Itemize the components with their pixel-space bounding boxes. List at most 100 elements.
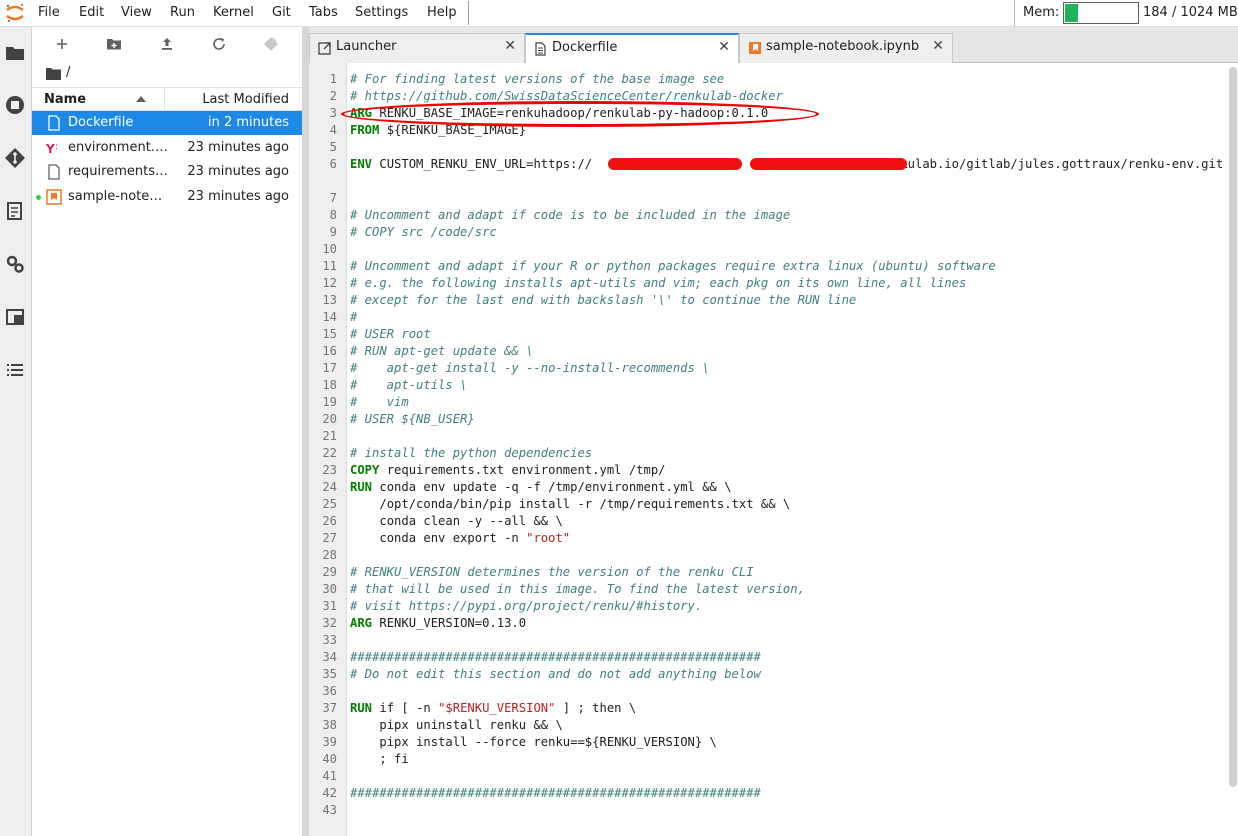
line-number: 33	[322, 633, 337, 647]
line-number: 15	[322, 327, 337, 341]
line-text: /opt/conda/bin/pip install -r /tmp/requi…	[350, 496, 1224, 513]
menu-view[interactable]: View	[121, 5, 152, 20]
comment-token: # RUN apt-get update && \	[350, 344, 534, 358]
upload-icon[interactable]	[158, 35, 176, 53]
code-token: /opt/conda/bin/pip install -r /tmp/requi…	[350, 497, 791, 511]
code-line: 23 COPY requirements.txt environment.yml …	[309, 462, 1238, 479]
code-line: 8 # Uncomment and adapt if code is to be …	[309, 207, 1238, 224]
code-line: 20 # USER ${NB_USER}	[309, 411, 1238, 428]
line-number: 7	[329, 191, 337, 205]
code-line: 19 # vim	[309, 394, 1238, 411]
keyword-token: RUN	[350, 480, 373, 494]
column-modified-header[interactable]: Last Modified	[202, 92, 289, 107]
property-inspector-icon[interactable]	[4, 200, 26, 222]
code-line: 27 conda env export -n "root"	[309, 530, 1238, 547]
git-clone-icon[interactable]	[262, 35, 280, 53]
code-line: 21	[309, 428, 1238, 445]
file-row[interactable]: Y: environment.yml 23 minutes ago	[32, 136, 302, 160]
line-number: 16	[322, 344, 337, 358]
menu-kernel[interactable]: Kernel	[213, 5, 254, 20]
code-line: 35 # Do not edit this section and do not …	[309, 666, 1238, 683]
table-of-contents-icon[interactable]	[4, 359, 26, 381]
keyword-token: ARG	[350, 616, 373, 630]
file-name: environment.yml	[68, 139, 168, 155]
file-browser: / Name Last Modified Dockerfile in 2 minu…	[32, 27, 302, 836]
code-line: 7	[309, 190, 1238, 207]
breadcrumb-root[interactable]: /	[66, 65, 70, 80]
code-token: conda clean -y --all && \	[350, 514, 563, 528]
tab-sample-notebook[interactable]: sample-notebook.ipynb ✕	[739, 33, 953, 63]
line-text: conda env export -n "root"	[350, 530, 1224, 547]
line-number: 24	[322, 480, 337, 494]
git-icon[interactable]	[4, 147, 26, 169]
line-text: ARG RENKU_VERSION=0.13.0	[350, 615, 1224, 632]
tabs-icon[interactable]	[4, 306, 26, 328]
code-content[interactable]: 1 # For finding latest versions of the ba…	[309, 71, 1238, 819]
menu-file[interactable]: File	[38, 5, 60, 20]
menu-help[interactable]: Help	[427, 5, 457, 20]
column-name-header[interactable]: Name	[44, 92, 86, 107]
tab-dockerfile[interactable]: Dockerfile ✕	[525, 33, 739, 64]
line-number: 12	[322, 276, 337, 290]
string-token: "$RENKU_VERSION"	[438, 701, 556, 715]
file-row[interactable]: sample-notebook.ipynb 23 minutes ago	[32, 185, 302, 209]
tab-label: Dockerfile	[552, 40, 618, 55]
running-sessions-icon[interactable]	[4, 94, 26, 116]
folder-icon[interactable]	[46, 67, 61, 80]
comment-token: # apt-utils \	[350, 378, 468, 392]
code-line: 37 RUN if [ -n "$RENKU_VERSION" ] ; then …	[309, 700, 1238, 717]
line-number: 21	[322, 429, 337, 443]
comment-token: # except for the last end with backslash…	[350, 293, 857, 307]
scrollbar-thumb[interactable]	[1229, 67, 1237, 787]
line-number: 20	[322, 412, 337, 426]
folder-icon[interactable]	[4, 42, 26, 64]
line-text: # USER root	[350, 326, 1224, 343]
line-number: 11	[322, 259, 337, 273]
vertical-scrollbar[interactable]	[1228, 67, 1238, 787]
code-line: 13 # except for the last end with backsla…	[309, 292, 1238, 309]
file-row[interactable]: Dockerfile in 2 minutes	[32, 111, 302, 135]
line-text: ########################################…	[350, 785, 1224, 802]
comment-token: #	[350, 310, 358, 324]
comment-token: # that will be used in this image. To fi…	[350, 582, 805, 596]
comment-token: # RENKU_VERSION determines the version o…	[350, 565, 754, 579]
refresh-icon[interactable]	[210, 35, 228, 53]
menu-git[interactable]: Git	[272, 5, 291, 20]
line-text: # visit https://pypi.org/project/renku/#…	[350, 598, 1224, 615]
keyword-token: ENV	[350, 157, 373, 171]
comment-token: # visit https://pypi.org/project/renku/#…	[350, 599, 703, 613]
code-line: 42 ######################################…	[309, 785, 1238, 802]
line-number: 31	[322, 599, 337, 613]
code-editor[interactable]: 1 # For finding latest versions of the ba…	[309, 63, 1238, 836]
memory-label: Mem:	[1023, 5, 1060, 20]
new-launcher-icon[interactable]	[53, 35, 71, 53]
close-icon[interactable]: ✕	[718, 39, 730, 55]
yaml-icon: Y:	[45, 140, 62, 156]
file-name: Dockerfile	[68, 115, 134, 130]
menu-tabs[interactable]: Tabs	[309, 5, 338, 20]
code-line: 15 # USER root	[309, 326, 1238, 343]
comment-token: # vim	[350, 395, 409, 409]
line-number: 8	[329, 208, 337, 222]
settings-gears-icon[interactable]	[4, 253, 26, 275]
close-icon[interactable]: ✕	[504, 38, 516, 54]
notebook-icon	[46, 189, 62, 205]
line-number: 29	[322, 565, 337, 579]
tab-launcher[interactable]: Launcher ✕	[309, 33, 525, 63]
new-folder-icon[interactable]	[105, 35, 123, 53]
menu-edit[interactable]: Edit	[79, 5, 104, 20]
line-text: # COPY src /code/src	[350, 224, 1224, 241]
close-icon[interactable]: ✕	[932, 38, 944, 54]
comment-token: # USER root	[350, 327, 431, 341]
line-number: 32	[322, 616, 337, 630]
line-text: # that will be used in this image. To fi…	[350, 581, 1224, 598]
panel-splitter[interactable]	[302, 27, 309, 836]
line-number: 6	[329, 157, 337, 171]
menu-settings[interactable]: Settings	[355, 5, 408, 20]
file-list-header: Name Last Modified	[32, 87, 302, 111]
line-text: # USER ${NB_USER}	[350, 411, 1224, 428]
menu-run[interactable]: Run	[170, 5, 195, 20]
file-row[interactable]: requirements.txt 23 minutes ago	[32, 160, 302, 184]
line-number: 26	[322, 514, 337, 528]
line-number: 18	[322, 378, 337, 392]
